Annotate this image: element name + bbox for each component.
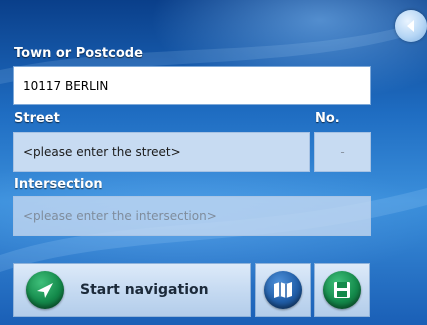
back-button[interactable]	[395, 10, 427, 42]
intersection-label: Intersection	[14, 177, 103, 192]
house-number-input[interactable]: -	[314, 132, 371, 172]
address-entry-screen: Town or Postcode 10117 BERLIN Street No.…	[0, 0, 427, 325]
show-map-button[interactable]	[255, 263, 311, 317]
back-arrow-icon	[407, 20, 414, 32]
save-icon	[323, 271, 361, 309]
start-navigation-button[interactable]: Start navigation	[13, 263, 251, 317]
town-input[interactable]: 10117 BERLIN	[13, 66, 371, 105]
navigation-arrow-icon	[26, 271, 64, 309]
street-label: Street	[14, 111, 60, 126]
intersection-input[interactable]: <please enter the intersection>	[13, 196, 371, 236]
map-icon	[264, 271, 302, 309]
start-navigation-label: Start navigation	[80, 282, 209, 298]
save-destination-button[interactable]	[314, 263, 370, 317]
town-label: Town or Postcode	[14, 46, 143, 61]
street-input[interactable]: <please enter the street>	[13, 132, 310, 172]
house-number-label: No.	[315, 111, 340, 126]
